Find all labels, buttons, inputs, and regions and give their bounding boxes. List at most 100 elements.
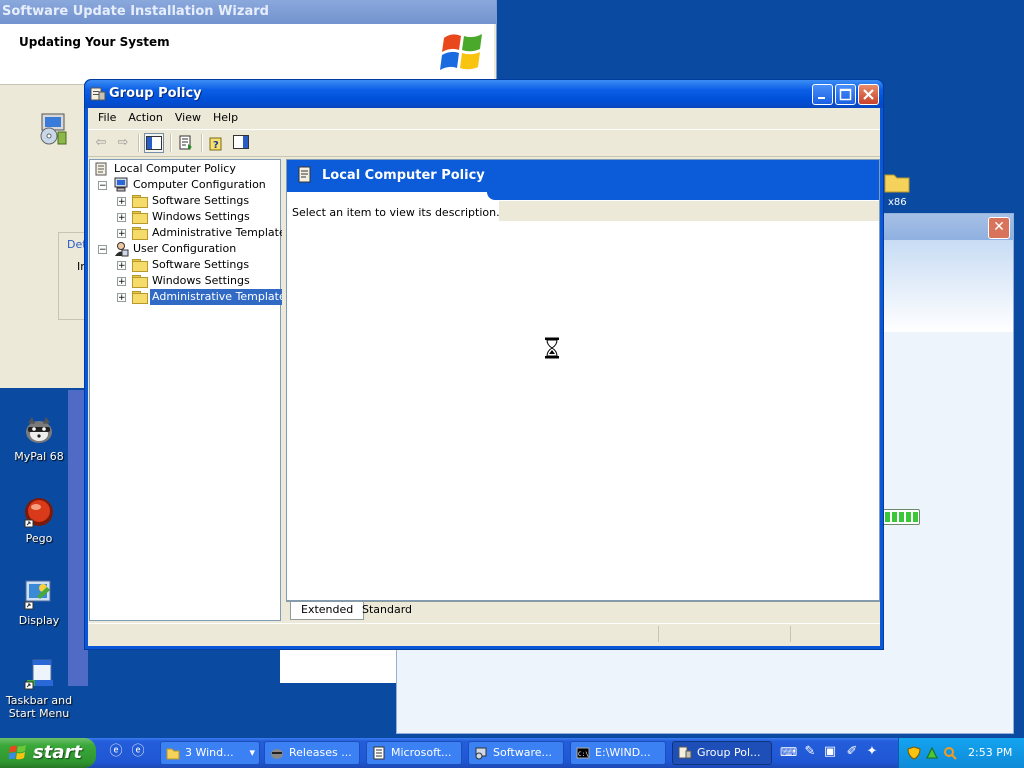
back-button[interactable]: ⇦	[91, 133, 111, 153]
help-button[interactable]: ?	[207, 133, 227, 153]
minimize-button[interactable]	[812, 84, 833, 105]
clock[interactable]: 2:53 PM	[968, 746, 1012, 759]
tree-node-label: Local Computer Policy	[114, 162, 236, 175]
svg-text:?: ?	[213, 140, 219, 151]
menu-view[interactable]: View	[169, 108, 207, 124]
tool-tray[interactable]: ✎	[802, 744, 818, 760]
progress-bar	[882, 509, 920, 525]
menu-file[interactable]: File	[92, 108, 122, 124]
description-bar	[499, 201, 879, 221]
start-button[interactable]: start	[0, 738, 96, 768]
task-label: 3 Wind...	[185, 746, 234, 759]
expand-icon[interactable]: +	[117, 261, 126, 271]
start-label: start	[33, 742, 82, 763]
raccoon-icon	[23, 414, 55, 446]
task-label: Software...	[493, 746, 552, 759]
task-label: Group Pol...	[697, 746, 761, 759]
task-releases[interactable]: Releases ...	[264, 741, 360, 765]
folder-icon	[132, 275, 148, 288]
folder-icon	[166, 748, 180, 760]
browser-quicklaunch[interactable]: ⓔ	[130, 744, 146, 760]
status-bar	[88, 623, 880, 644]
group-policy-window: Group Policy File Action View Help ⇦ ⇨ ?…	[84, 79, 884, 650]
menu-help[interactable]: Help	[207, 108, 244, 124]
tab-standard[interactable]: Standard	[352, 602, 422, 619]
edit-tray[interactable]: ✐	[844, 744, 860, 760]
header-curve	[487, 192, 879, 200]
desktop-folder[interactable]: x86	[884, 170, 910, 220]
maximize-button[interactable]	[835, 84, 856, 105]
display-icon	[23, 578, 55, 610]
tree-node-label: User Configuration	[133, 242, 237, 255]
expand-icon[interactable]: +	[117, 277, 126, 287]
policy-scroll-icon	[94, 162, 110, 176]
expand-icon[interactable]: +	[117, 197, 126, 207]
tree-node-label-selected: Administrative Templates	[150, 289, 294, 305]
export-list-icon	[179, 135, 192, 150]
edit-icon: ✐	[846, 744, 858, 759]
desktop-icon-pego[interactable]: Pego	[1, 496, 77, 545]
ie-icon: ⓔ	[109, 744, 123, 759]
console-tree-icon	[146, 136, 162, 150]
monitor-icon: ▣	[823, 744, 837, 759]
forward-button[interactable]: ⇨	[113, 133, 133, 153]
raccoon-icon	[271, 749, 283, 759]
desktop-icon-taskbar-start-menu[interactable]: Taskbar and Start Menu	[1, 658, 77, 720]
keyboard-tray[interactable]: ⌨	[780, 744, 798, 760]
task-group-policy[interactable]: Group Pol...	[672, 741, 772, 765]
wizard-tray[interactable]: ✦	[864, 744, 880, 760]
ie-quicklaunch[interactable]: ⓔ	[108, 744, 124, 760]
expand-icon[interactable]: +	[117, 293, 126, 303]
toolbar: ⇦ ⇨ ?	[88, 129, 880, 157]
menu-bar: File Action View Help	[88, 108, 880, 128]
menu-action[interactable]: Action	[122, 108, 168, 124]
close-button[interactable]	[858, 84, 879, 105]
minimize-icon	[818, 97, 825, 99]
policy-scroll-icon	[298, 166, 311, 183]
folder-icon	[132, 227, 148, 240]
pen-icon: ✎	[804, 744, 816, 759]
result-pane: Local Computer Policy Select an item to …	[286, 159, 880, 601]
folder-icon	[132, 259, 148, 272]
group-policy-icon	[90, 87, 106, 101]
system-tray: 2:53 PM	[898, 738, 1024, 768]
setup-computer-icon	[40, 113, 67, 145]
group-policy-client-area: File Action View Help ⇦ ⇨ ? Local Comput…	[88, 108, 880, 646]
desktop-icon-display[interactable]: Display	[1, 578, 77, 627]
group-policy-titlebar[interactable]: Group Policy	[85, 80, 883, 108]
task-command-prompt[interactable]: C:\ E:\WIND...	[570, 741, 666, 765]
windows-logo-icon	[440, 34, 482, 70]
open-folder-icon	[132, 291, 148, 304]
desktop-folder-label: x86	[888, 197, 907, 208]
maximize-icon	[839, 88, 852, 101]
tree-node-label: Computer Configuration	[133, 178, 266, 191]
action-pane-icon	[233, 135, 249, 149]
desktop-icon-label: Taskbar and Start Menu	[5, 694, 73, 720]
display-tray[interactable]: ▣	[822, 744, 838, 760]
result-pane-title: Local Computer Policy	[322, 168, 485, 183]
tree-node-label: Windows Settings	[152, 210, 250, 223]
search-icon[interactable]	[943, 746, 957, 760]
network-icon[interactable]	[925, 746, 939, 760]
task-software[interactable]: Software...	[468, 741, 564, 765]
task-microsoft[interactable]: Microsoft...	[366, 741, 462, 765]
collapse-icon[interactable]: −	[98, 181, 107, 191]
taskbar-icon	[23, 658, 55, 690]
folder-icon	[132, 211, 148, 224]
expand-icon[interactable]: +	[117, 213, 126, 223]
export-list-button[interactable]	[176, 133, 196, 153]
wizard-title[interactable]: Software Update Installation Wizard	[0, 0, 496, 24]
show-hide-tree-button[interactable]	[144, 133, 164, 153]
user-icon	[115, 242, 129, 257]
collapse-icon[interactable]: −	[98, 245, 107, 255]
console-tree: Local Computer Policy − Computer Configu…	[89, 159, 294, 621]
window-title: Group Policy	[109, 86, 202, 101]
desktop-icon-mypal[interactable]: MyPal 68	[1, 414, 77, 463]
security-shield-icon[interactable]	[907, 746, 921, 760]
show-hide-action-pane-button[interactable]	[231, 133, 251, 153]
close-button[interactable]: ✕	[988, 217, 1010, 239]
tree-node-label: Administrative Templates	[152, 226, 292, 239]
task-3-windows[interactable]: 3 Wind... ▾	[160, 741, 260, 765]
expand-icon[interactable]: +	[117, 229, 126, 239]
keyboard-icon: ⌨	[780, 745, 798, 759]
